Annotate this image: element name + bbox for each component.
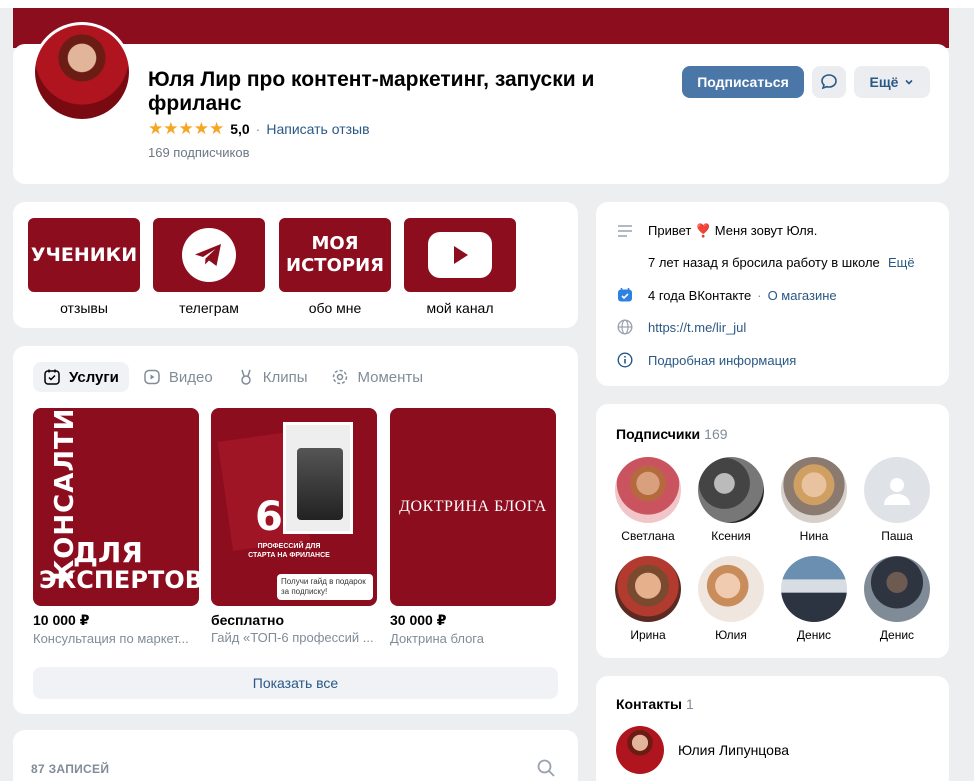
rating: ★★★★★ 5,0 · Написать отзыв [148,119,370,138]
description-row: Привет ❣️ Меня зовут Юля. [616,222,936,240]
youtube-icon [428,232,492,278]
content-tabs: Услуги Видео Клипы Моменты [33,362,433,392]
chevron-down-icon [905,79,914,85]
follower-item[interactable]: Паша [862,457,932,543]
tab-services[interactable]: Услуги [33,362,129,392]
link-tile-image: МОЯ ИСТОРИЯ [279,218,391,292]
product-price: 10 000 ₽ [33,612,90,628]
product-card[interactable]: КОНСАЛТИНГ ДЛЯ ЭКСПЕРТОВ 10 000 ₽ Консул… [33,408,199,646]
product-price: 30 000 ₽ [390,612,447,628]
avatar [616,726,664,774]
description-more-link[interactable]: Ещё [888,255,915,270]
info-icon [617,352,633,368]
follower-item[interactable]: Юлия [696,556,766,642]
product-description: Гайд «ТОП-6 профессий ... [211,630,374,645]
link-tile-reviews[interactable]: УЧЕНИКИ отзывы [28,218,140,316]
avatar [615,556,681,622]
product-price: бесплатно [211,612,285,628]
community-avatar[interactable] [32,22,132,122]
subscribe-button[interactable]: Подписаться [682,66,804,98]
description-line: 7 лет назад я бросила работу в школе [648,255,880,270]
video-icon [144,369,160,385]
followers-card: Подписчики 169 Светлана Ксения Нина Паша … [596,404,949,658]
avatar [781,556,847,622]
avatar [864,556,930,622]
link-tile-story[interactable]: МОЯ ИСТОРИЯ обо мне [279,218,391,316]
contacts-title: Контакты 1 [616,696,694,712]
avatar [864,457,930,523]
contact-item[interactable]: Юлия Липунцова [616,726,789,774]
avatar [781,457,847,523]
subscriber-count[interactable]: 169 подписчиков [148,145,250,160]
description-greeting: Привет ❣️ Меня зовут Юля. [648,223,818,238]
page-title: Юля Лир про контент-маркетинг, запуски и… [148,68,595,115]
telegram-icon [182,228,236,282]
tab-video[interactable]: Видео [133,362,223,392]
description-more-row: 7 лет назад я бросила работу в школе Ещё [648,255,938,270]
link-tile-telegram[interactable]: телеграм [153,218,265,316]
services-card: Услуги Видео Клипы Моменты КОНСАЛТИНГ ДЛ… [13,346,578,714]
write-review-link[interactable]: Написать отзыв [266,121,369,137]
followers-title[interactable]: Подписчики 169 [616,426,728,442]
product-description: Доктрина блога [390,631,484,646]
follower-item[interactable]: Нина [779,457,849,543]
follower-item[interactable]: Денис [779,556,849,642]
default-user-icon [884,478,910,505]
website-row: https://t.me/lir_jul [616,318,936,336]
description-icon [618,225,632,237]
details-row: Подробная информация [616,351,936,369]
follower-item[interactable]: Ксения [696,457,766,543]
product-image: 6 ПРОФЕССИЙ ДЛЯ СТАРТА НА ФРИЛАНСЕ Получ… [211,408,377,606]
clips-icon [240,369,251,385]
follower-item[interactable]: Денис [862,556,932,642]
message-button[interactable] [812,66,846,98]
avatar [698,457,764,523]
vk-age-row: 4 года ВКонтакте · О магазине [616,286,936,304]
product-image: ДОКТРИНА БЛОГА [390,408,556,606]
services-icon [44,369,60,385]
link-tile-image [153,218,265,292]
rating-score: 5,0 [230,121,250,137]
product-image: КОНСАЛТИНГ ДЛЯ ЭКСПЕРТОВ [33,408,199,606]
info-card: Привет ❣️ Меня зовут Юля. 7 лет назад я … [596,202,949,386]
about-shop-link[interactable]: О магазине [768,288,837,303]
link-tile-channel[interactable]: мой канал [404,218,516,316]
details-link[interactable]: Подробная информация [648,353,796,368]
contacts-card: Контакты 1 Юлия Липунцова [596,676,949,781]
message-icon [821,74,837,90]
tab-moments[interactable]: Моменты [321,362,433,392]
header-card: Юля Лир про контент-маркетинг, запуски и… [13,22,949,184]
link-tile-image [404,218,516,292]
calendar-badge-icon [618,288,632,302]
product-card[interactable]: ДОКТРИНА БЛОГА 30 000 ₽ Доктрина блога [390,408,556,646]
globe-icon [617,319,633,335]
posts-count: 87 ЗАПИСЕЙ [31,762,110,776]
link-tile-image: УЧЕНИКИ [28,218,140,292]
links-card: УЧЕНИКИ отзывы телеграм МОЯ ИСТОРИЯ обо … [13,202,578,328]
website-link[interactable]: https://t.me/lir_jul [648,320,746,335]
avatar [615,457,681,523]
avatar [698,556,764,622]
cover-banner [13,8,949,48]
posts-card: 87 ЗАПИСЕЙ [13,730,578,781]
contact-name: Юлия Липунцова [678,742,790,758]
follower-item[interactable]: Светлана [613,457,683,543]
show-all-button[interactable]: Показать все [33,667,558,699]
rating-stars-icon: ★★★★★ [148,119,225,138]
product-description: Консультация по маркет... [33,631,189,646]
tab-clips[interactable]: Клипы [227,362,318,392]
search-icon[interactable] [536,758,556,778]
follower-item[interactable]: Ирина [613,556,683,642]
more-button[interactable]: Ещё [854,66,930,98]
moments-icon [333,369,348,385]
product-card[interactable]: 6 ПРОФЕССИЙ ДЛЯ СТАРТА НА ФРИЛАНСЕ Получ… [211,408,377,645]
top-strip [0,0,974,8]
